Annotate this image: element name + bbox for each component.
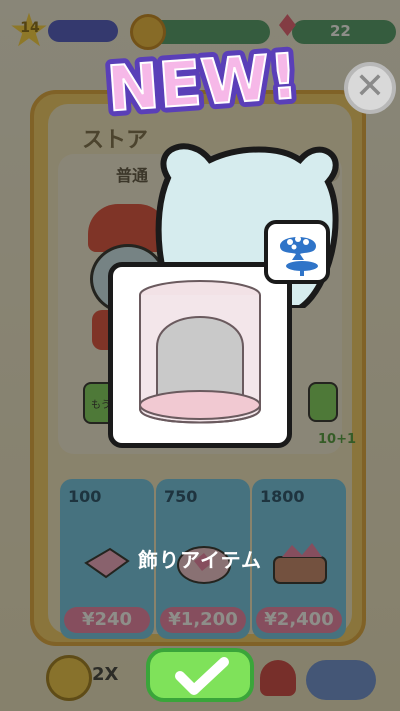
confirm-button[interactable] [146,648,254,702]
new-banner-text: NEW! NEW! [99,40,307,130]
palette-table-icon [280,236,318,276]
checkmark-icon [175,657,229,695]
item-category-label: 飾りアイテム [138,548,262,572]
category-badge [264,220,330,284]
banner-text-fill: NEW! [105,40,301,126]
glass-cup-icon [139,280,261,424]
close-icon: ✕ [354,66,386,107]
new-banner: NEW! NEW! [88,40,318,130]
reward-item-card [108,262,292,448]
close-button[interactable]: ✕ [344,62,396,114]
